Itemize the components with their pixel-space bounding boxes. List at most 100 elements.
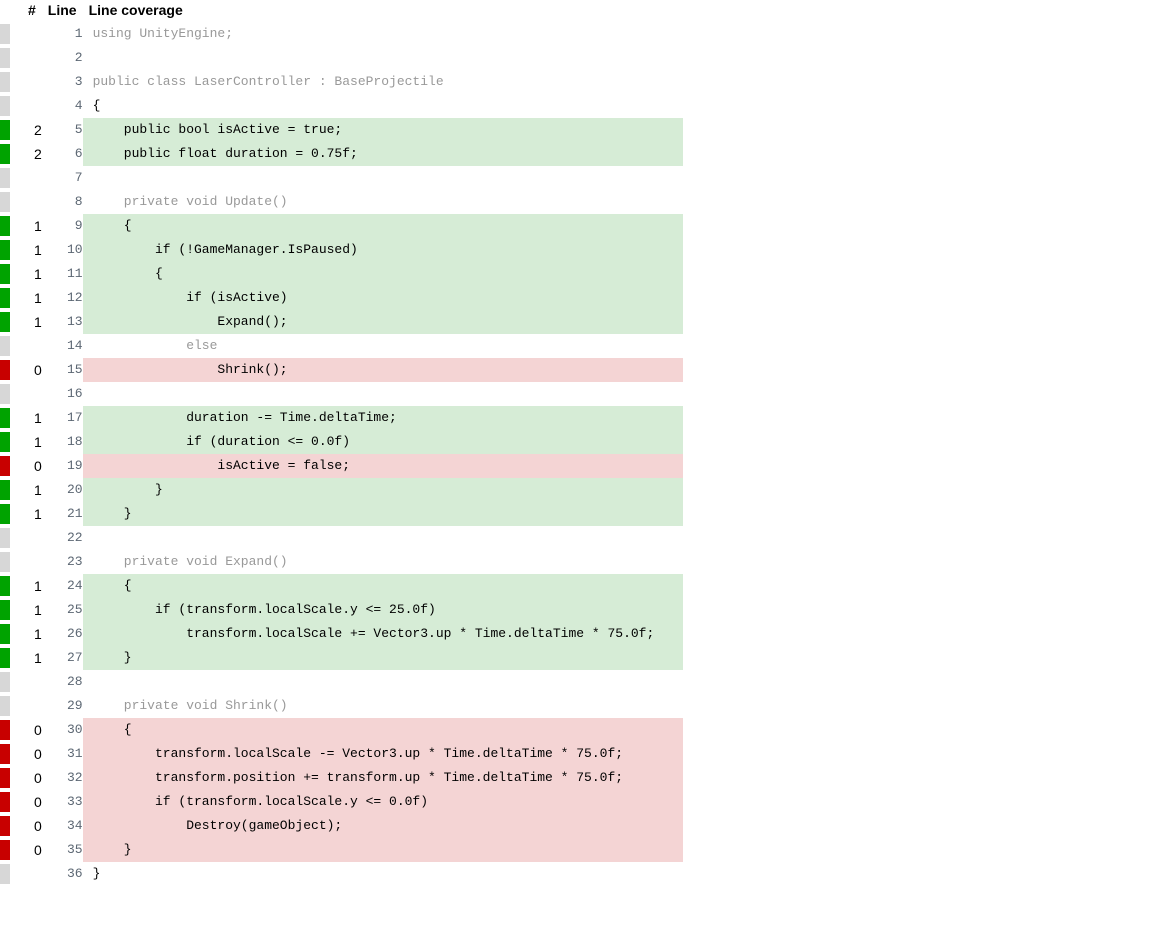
code-cell: [83, 670, 683, 694]
hits-cell: [22, 550, 42, 574]
line-number: 35: [42, 838, 83, 862]
line-number: 28: [42, 670, 83, 694]
code-cell: private void Update(): [83, 190, 683, 214]
line-number: 21: [42, 502, 83, 526]
code-cell: [83, 166, 683, 190]
coverage-bar-cell: [0, 550, 22, 574]
hits-cell: [22, 526, 42, 550]
table-row: 25 public bool isActive = true;: [0, 118, 683, 142]
code-line: [83, 46, 683, 70]
hits-cell: 0: [22, 814, 42, 838]
code-line: [83, 670, 683, 694]
coverage-bar-cell: [0, 622, 22, 646]
line-number: 7: [42, 166, 83, 190]
table-row: 031 transform.localScale -= Vector3.up *…: [0, 742, 683, 766]
table-row: 121 }: [0, 502, 683, 526]
table-row: 127 }: [0, 646, 683, 670]
code-line: }: [83, 502, 683, 526]
code-line: }: [83, 478, 683, 502]
line-number: 27: [42, 646, 83, 670]
hits-cell: 0: [22, 742, 42, 766]
line-number: 3: [42, 70, 83, 94]
line-number: 24: [42, 574, 83, 598]
coverage-bar-green: [0, 432, 10, 452]
line-number: 36: [42, 862, 83, 886]
coverage-bar-green: [0, 504, 10, 524]
hits-cell: [22, 22, 42, 46]
hits-cell: [22, 166, 42, 190]
hits-cell: 1: [22, 262, 42, 286]
hits-cell: [22, 46, 42, 70]
hits-cell: [22, 190, 42, 214]
table-row: 030 {: [0, 718, 683, 742]
code-line: if (isActive): [83, 286, 683, 310]
coverage-bar-cell: [0, 718, 22, 742]
table-row: 1using UnityEngine;: [0, 22, 683, 46]
code-line: private void Expand(): [83, 550, 683, 574]
hits-cell: 0: [22, 766, 42, 790]
code-cell: }: [83, 646, 683, 670]
col-hits-header: #: [22, 0, 42, 22]
table-row: 120 }: [0, 478, 683, 502]
table-row: 124 {: [0, 574, 683, 598]
table-row: 110 if (!GameManager.IsPaused): [0, 238, 683, 262]
coverage-bar-green: [0, 600, 10, 620]
coverage-header-row: # Line Line coverage: [0, 0, 683, 22]
table-row: 22: [0, 526, 683, 550]
line-number: 13: [42, 310, 83, 334]
coverage-bar-cell: [0, 334, 22, 358]
code-line: if (transform.localScale.y <= 0.0f): [83, 790, 683, 814]
coverage-bar-cell: [0, 406, 22, 430]
coverage-bar-cell: [0, 430, 22, 454]
hits-cell: 1: [22, 238, 42, 262]
code-line: private void Shrink(): [83, 694, 683, 718]
line-number: 1: [42, 22, 83, 46]
coverage-bar-cell: [0, 262, 22, 286]
table-row: 019 isActive = false;: [0, 454, 683, 478]
code-line: else: [83, 334, 683, 358]
line-number: 33: [42, 790, 83, 814]
hits-cell: 1: [22, 646, 42, 670]
coverage-bar-cell: [0, 598, 22, 622]
coverage-bar-red: [0, 768, 10, 788]
code-line: {: [83, 214, 683, 238]
coverage-bar-green: [0, 648, 10, 668]
table-row: 8 private void Update(): [0, 190, 683, 214]
hits-cell: 0: [22, 358, 42, 382]
line-number: 12: [42, 286, 83, 310]
coverage-bar-cell: [0, 142, 22, 166]
coverage-bar-none: [0, 24, 10, 44]
coverage-bar-none: [0, 168, 10, 188]
table-row: 29 private void Shrink(): [0, 694, 683, 718]
coverage-bar-cell: [0, 526, 22, 550]
table-row: 19 {: [0, 214, 683, 238]
code-cell: if (transform.localScale.y <= 25.0f): [83, 598, 683, 622]
code-cell: public bool isActive = true;: [83, 118, 683, 142]
line-number: 23: [42, 550, 83, 574]
hits-cell: [22, 670, 42, 694]
code-cell: {: [83, 718, 683, 742]
code-line: {: [83, 718, 683, 742]
hits-cell: 1: [22, 598, 42, 622]
line-number: 4: [42, 94, 83, 118]
line-number: 32: [42, 766, 83, 790]
coverage-bar-red: [0, 360, 10, 380]
coverage-bar-cell: [0, 574, 22, 598]
code-line: private void Update(): [83, 190, 683, 214]
table-row: 4{: [0, 94, 683, 118]
line-number: 9: [42, 214, 83, 238]
hits-cell: 1: [22, 214, 42, 238]
table-row: 033 if (transform.localScale.y <= 0.0f): [0, 790, 683, 814]
line-number: 6: [42, 142, 83, 166]
hits-cell: 1: [22, 310, 42, 334]
table-row: 015 Shrink();: [0, 358, 683, 382]
code-cell: {: [83, 94, 683, 118]
hits-cell: 0: [22, 790, 42, 814]
code-cell: transform.localScale -= Vector3.up * Tim…: [83, 742, 683, 766]
coverage-bar-none: [0, 48, 10, 68]
code-line: [83, 166, 683, 190]
code-cell: duration -= Time.deltaTime;: [83, 406, 683, 430]
line-number: 20: [42, 478, 83, 502]
line-number: 26: [42, 622, 83, 646]
line-number: 17: [42, 406, 83, 430]
